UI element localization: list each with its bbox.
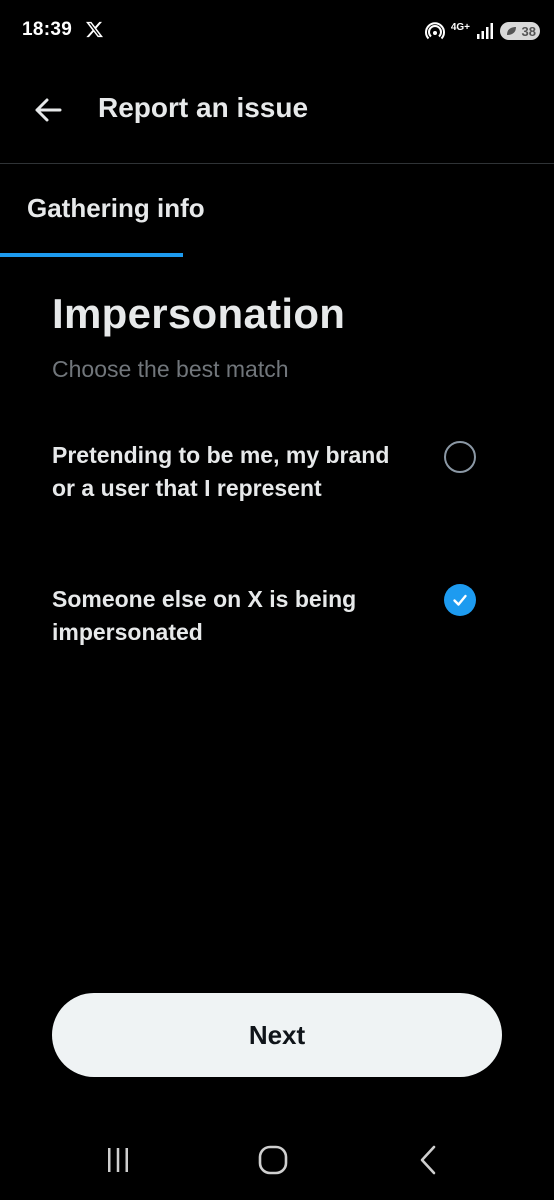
option-label: Someone else on X is being impersonated: [52, 586, 357, 645]
battery-indicator: 38: [500, 22, 540, 40]
option-someone-else-impersonated[interactable]: Someone else on X is being impersonated: [52, 583, 502, 648]
radio-unselected[interactable]: [444, 441, 476, 473]
tab-gathering-info[interactable]: Gathering info: [0, 165, 205, 257]
signal-icon: [477, 23, 493, 39]
system-back-button[interactable]: [406, 1140, 450, 1180]
home-icon: [258, 1145, 288, 1175]
system-nav-bar: [0, 1120, 554, 1200]
page-title: Impersonation: [52, 290, 346, 337]
home-button[interactable]: [251, 1140, 295, 1180]
tab-active-indicator: [0, 253, 183, 257]
recent-apps-icon: [108, 1148, 128, 1172]
page-subtitle: Choose the best match: [52, 356, 289, 382]
option-pretending-to-be-me[interactable]: Pretending to be me, my brand or a user …: [52, 439, 502, 504]
status-time: 18:39: [22, 19, 73, 40]
network-type: 4G+: [450, 22, 470, 33]
back-icon: [420, 1145, 436, 1175]
option-label: Pretending to be me, my brand or a user …: [52, 442, 390, 501]
checkmark-icon: [453, 594, 467, 606]
radio-selected[interactable]: [444, 584, 476, 616]
status-icons: 4G+ 38: [424, 18, 540, 44]
app-header: Report an issue: [0, 64, 554, 164]
next-button[interactable]: Next: [52, 993, 502, 1077]
header-title: Report an issue: [98, 92, 309, 123]
back-button[interactable]: [26, 88, 70, 132]
status-bar: 18:39 4G+ 38: [0, 0, 554, 64]
hotspot-icon: [424, 22, 445, 40]
recent-apps-button[interactable]: [96, 1140, 140, 1180]
battery-level: 38: [521, 23, 536, 39]
x-logo-icon: [86, 21, 103, 38]
power-saving-leaf-icon: [507, 27, 516, 35]
arrow-left-icon: [35, 98, 62, 122]
tab-label: Gathering info: [27, 193, 205, 223]
